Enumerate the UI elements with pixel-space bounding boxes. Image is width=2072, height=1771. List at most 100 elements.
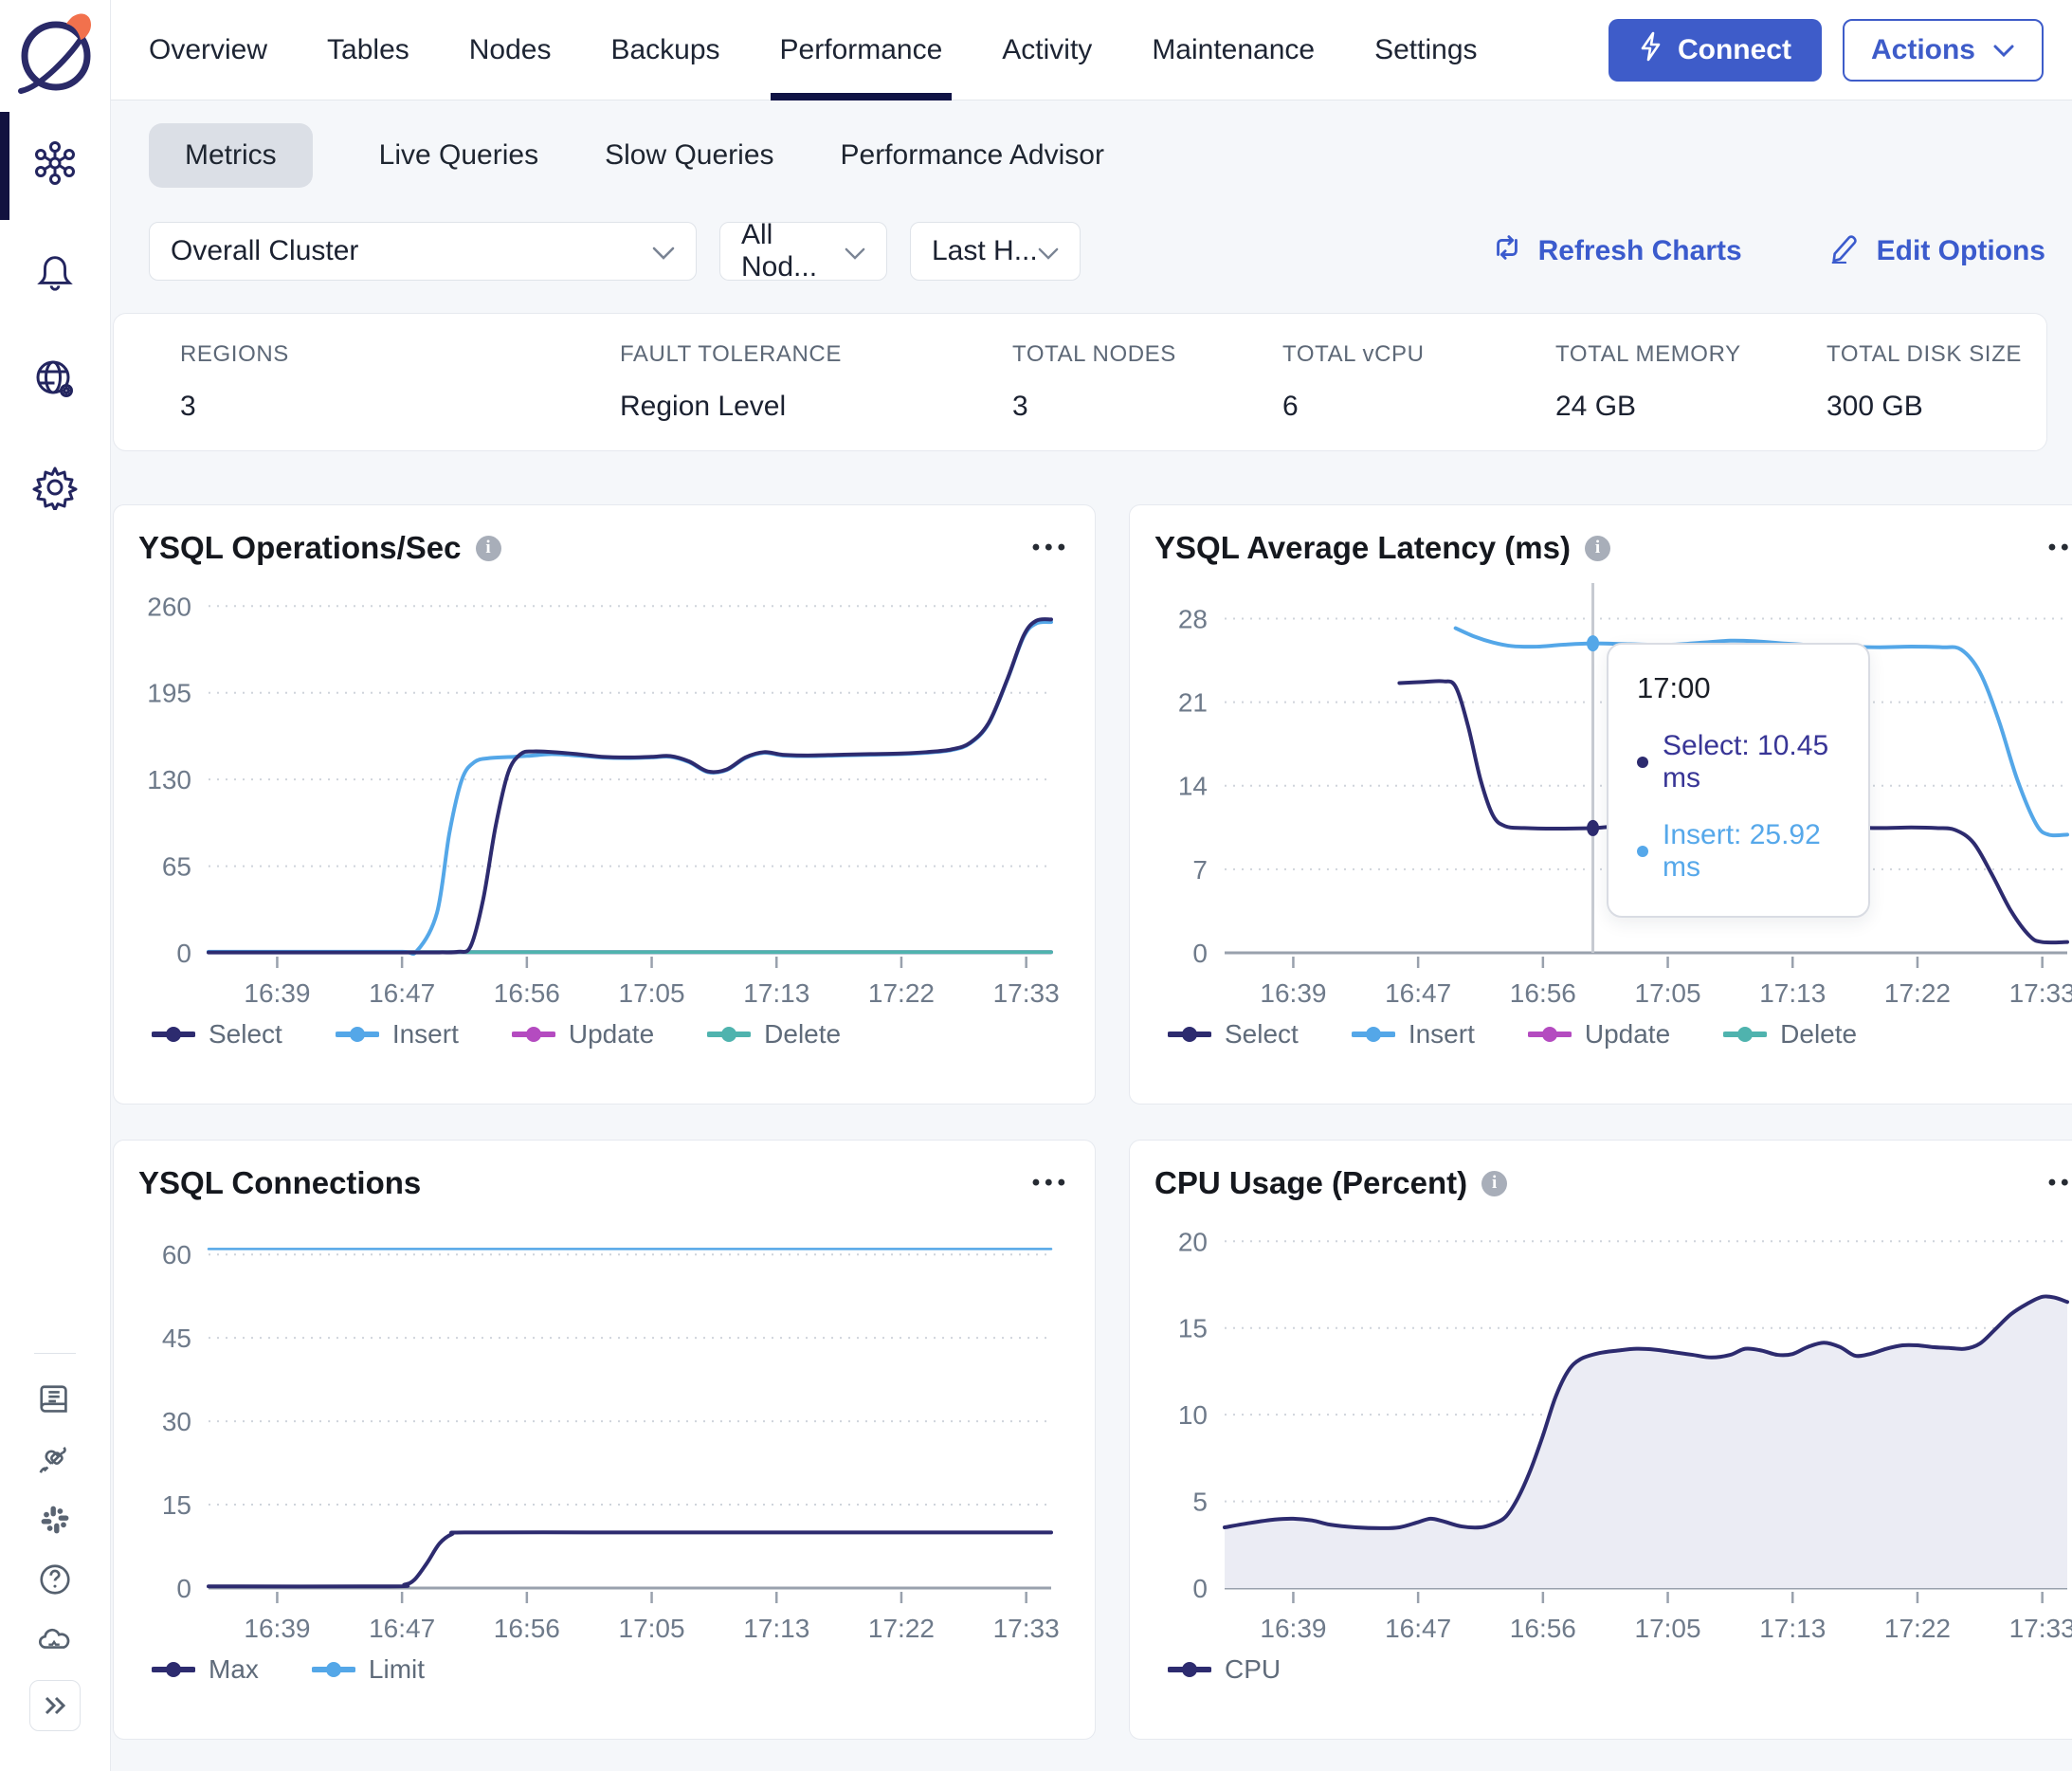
- active-nav-indicator: [0, 112, 9, 220]
- tab-activity[interactable]: Activity: [1002, 0, 1092, 100]
- legend-marker-icon: [1351, 1027, 1395, 1042]
- legend-marker-icon: [1168, 1662, 1211, 1677]
- legend-item-insert[interactable]: Insert: [1351, 1019, 1475, 1050]
- cluster-icon[interactable]: [32, 140, 78, 186]
- chart-menu-icon[interactable]: •••: [1032, 535, 1070, 561]
- tab-performance[interactable]: Performance: [770, 0, 953, 100]
- sidebar-expand-button[interactable]: [29, 1680, 81, 1731]
- legend-item-max[interactable]: Max: [152, 1654, 259, 1685]
- svg-text:0: 0: [1192, 1574, 1208, 1603]
- chart-card-ysql-operations: YSQL Operations/Sec i ••• 0 65 130 195 260 16…: [113, 504, 1096, 1105]
- chart-title: YSQL Operations/Sec: [138, 530, 462, 565]
- legend-marker-icon: [1723, 1027, 1768, 1042]
- ysql-connections-plot[interactable]: 0 15 30 45 60 16:39 16:47 16:56 17:05 17:13 17:22 1…: [138, 1209, 1070, 1647]
- actions-button[interactable]: Actions: [1842, 18, 2044, 82]
- chart-menu-icon[interactable]: •••: [1032, 1170, 1070, 1196]
- tab-overview[interactable]: Overview: [149, 0, 267, 100]
- chart-tooltip: 17:00 Select: 10.45 ms Insert: 25.92 ms: [1607, 643, 1870, 918]
- svg-text:16:39: 16:39: [1260, 978, 1326, 1008]
- stat-total-disk-size: TOTAL DISK SIZE 300 GB: [1827, 341, 2022, 422]
- docs-book-icon[interactable]: [36, 1381, 74, 1419]
- svg-text:17:33: 17:33: [993, 1614, 1060, 1643]
- svg-text:17:33: 17:33: [2009, 1614, 2072, 1643]
- top-navigation: Overview Tables Nodes Backups Performanc…: [111, 0, 2072, 100]
- subtab-live-queries[interactable]: Live Queries: [379, 123, 538, 188]
- info-icon[interactable]: i: [1584, 535, 1610, 561]
- legend-item-update[interactable]: Update: [511, 1019, 654, 1050]
- legend-marker-icon: [1527, 1027, 1572, 1042]
- chart-title: YSQL Connections: [138, 1165, 422, 1200]
- legend-item-update[interactable]: Update: [1527, 1019, 1670, 1050]
- legend-item-insert[interactable]: Insert: [335, 1019, 459, 1050]
- chart-menu-icon[interactable]: •••: [2048, 535, 2072, 561]
- settings-gear-icon[interactable]: [32, 465, 78, 510]
- ysql-operations-plot[interactable]: 0 65 130 195 260 16:39 16:47 16:56 17:05 17:13 17:…: [138, 574, 1070, 1012]
- legend-marker-icon: [335, 1027, 379, 1042]
- svg-text:17:05: 17:05: [619, 1614, 685, 1643]
- legend-label: Limit: [368, 1654, 426, 1684]
- info-icon[interactable]: i: [475, 535, 501, 561]
- time-range-dropdown[interactable]: Last H...: [910, 222, 1081, 281]
- alerts-bell-icon[interactable]: [32, 248, 78, 294]
- legend-label: Select: [209, 1019, 282, 1049]
- chart-legend: Select Insert Update Delete: [1154, 1012, 2072, 1050]
- tab-backups[interactable]: Backups: [610, 0, 719, 100]
- svg-text:0: 0: [1192, 939, 1208, 968]
- legend-item-delete[interactable]: Delete: [1723, 1019, 1857, 1050]
- svg-text:45: 45: [162, 1324, 191, 1353]
- legend-item-cpu[interactable]: CPU: [1168, 1654, 1281, 1685]
- sidebar-divider: [34, 1353, 76, 1354]
- svg-text:17:33: 17:33: [993, 978, 1060, 1008]
- svg-text:17:13: 17:13: [743, 978, 809, 1008]
- chevron-down-icon: [845, 235, 865, 267]
- nodes-dropdown[interactable]: All Nod...: [719, 219, 887, 283]
- tab-settings[interactable]: Settings: [1374, 0, 1477, 100]
- yugabyte-logo[interactable]: [11, 8, 99, 99]
- refresh-icon: [1491, 231, 1523, 271]
- svg-text:17:22: 17:22: [1884, 1614, 1951, 1643]
- stat-fault-tolerance: FAULT TOLERANCE Region Level: [620, 341, 842, 422]
- legend-item-select[interactable]: Select: [1168, 1019, 1299, 1050]
- svg-text:0: 0: [176, 939, 191, 968]
- tab-tables[interactable]: Tables: [327, 0, 409, 100]
- legend-item-delete[interactable]: Delete: [707, 1019, 841, 1050]
- chart-menu-icon[interactable]: •••: [2048, 1170, 2072, 1196]
- tooltip-time: 17:00: [1637, 671, 1711, 704]
- cpu-usage-plot[interactable]: 0 5 10 15 20 16:39 16:47 16:56 17:05 17:13 17:22 17…: [1154, 1209, 2072, 1647]
- svg-text:5: 5: [1192, 1488, 1208, 1517]
- svg-text:17:13: 17:13: [743, 1614, 809, 1643]
- network-globe-gear-icon[interactable]: [32, 356, 78, 402]
- svg-text:195: 195: [147, 679, 191, 708]
- legend-item-limit[interactable]: Limit: [311, 1654, 426, 1685]
- cluster-scope-dropdown[interactable]: Overall Cluster: [149, 222, 697, 281]
- svg-text:14: 14: [1178, 772, 1208, 801]
- legend-item-select[interactable]: Select: [152, 1019, 282, 1050]
- subtab-performance-advisor[interactable]: Performance Advisor: [841, 123, 1104, 188]
- edit-options-link[interactable]: Edit Options: [1829, 231, 2045, 271]
- refresh-charts-link[interactable]: Refresh Charts: [1491, 231, 1742, 271]
- svg-text:16:56: 16:56: [1510, 1614, 1576, 1643]
- svg-text:17:22: 17:22: [868, 1614, 935, 1643]
- chart-card-cpu-usage: CPU Usage (Percent) i ••• 0 5 10 15 20 16:39 1…: [1129, 1140, 2072, 1740]
- subtab-slow-queries[interactable]: Slow Queries: [605, 123, 773, 188]
- subtab-metrics[interactable]: Metrics: [149, 123, 313, 188]
- cloud-status-icon[interactable]: [36, 1620, 74, 1658]
- integrations-plug-icon[interactable]: [36, 1441, 74, 1479]
- chart-legend: Select Insert Update Delete: [138, 1012, 1070, 1050]
- chart-card-ysql-latency: YSQL Average Latency (ms) i ••• 0 7 14 21 28…: [1129, 504, 2072, 1105]
- legend-marker-icon: [152, 1027, 195, 1042]
- svg-text:21: 21: [1178, 688, 1208, 718]
- svg-text:20: 20: [1178, 1227, 1208, 1256]
- help-icon[interactable]: [36, 1561, 74, 1598]
- svg-text:16:56: 16:56: [1510, 978, 1576, 1008]
- tab-maintenance[interactable]: Maintenance: [1152, 0, 1315, 100]
- svg-text:17:05: 17:05: [619, 978, 685, 1008]
- svg-text:16:56: 16:56: [494, 978, 560, 1008]
- svg-text:17:13: 17:13: [1759, 1614, 1826, 1643]
- connect-button[interactable]: Connect: [1608, 18, 1822, 82]
- select-dot-icon: [1637, 757, 1648, 768]
- slack-icon[interactable]: [36, 1501, 74, 1539]
- legend-label: Insert: [391, 1019, 459, 1049]
- info-icon[interactable]: i: [1481, 1170, 1508, 1196]
- tab-nodes[interactable]: Nodes: [469, 0, 552, 100]
